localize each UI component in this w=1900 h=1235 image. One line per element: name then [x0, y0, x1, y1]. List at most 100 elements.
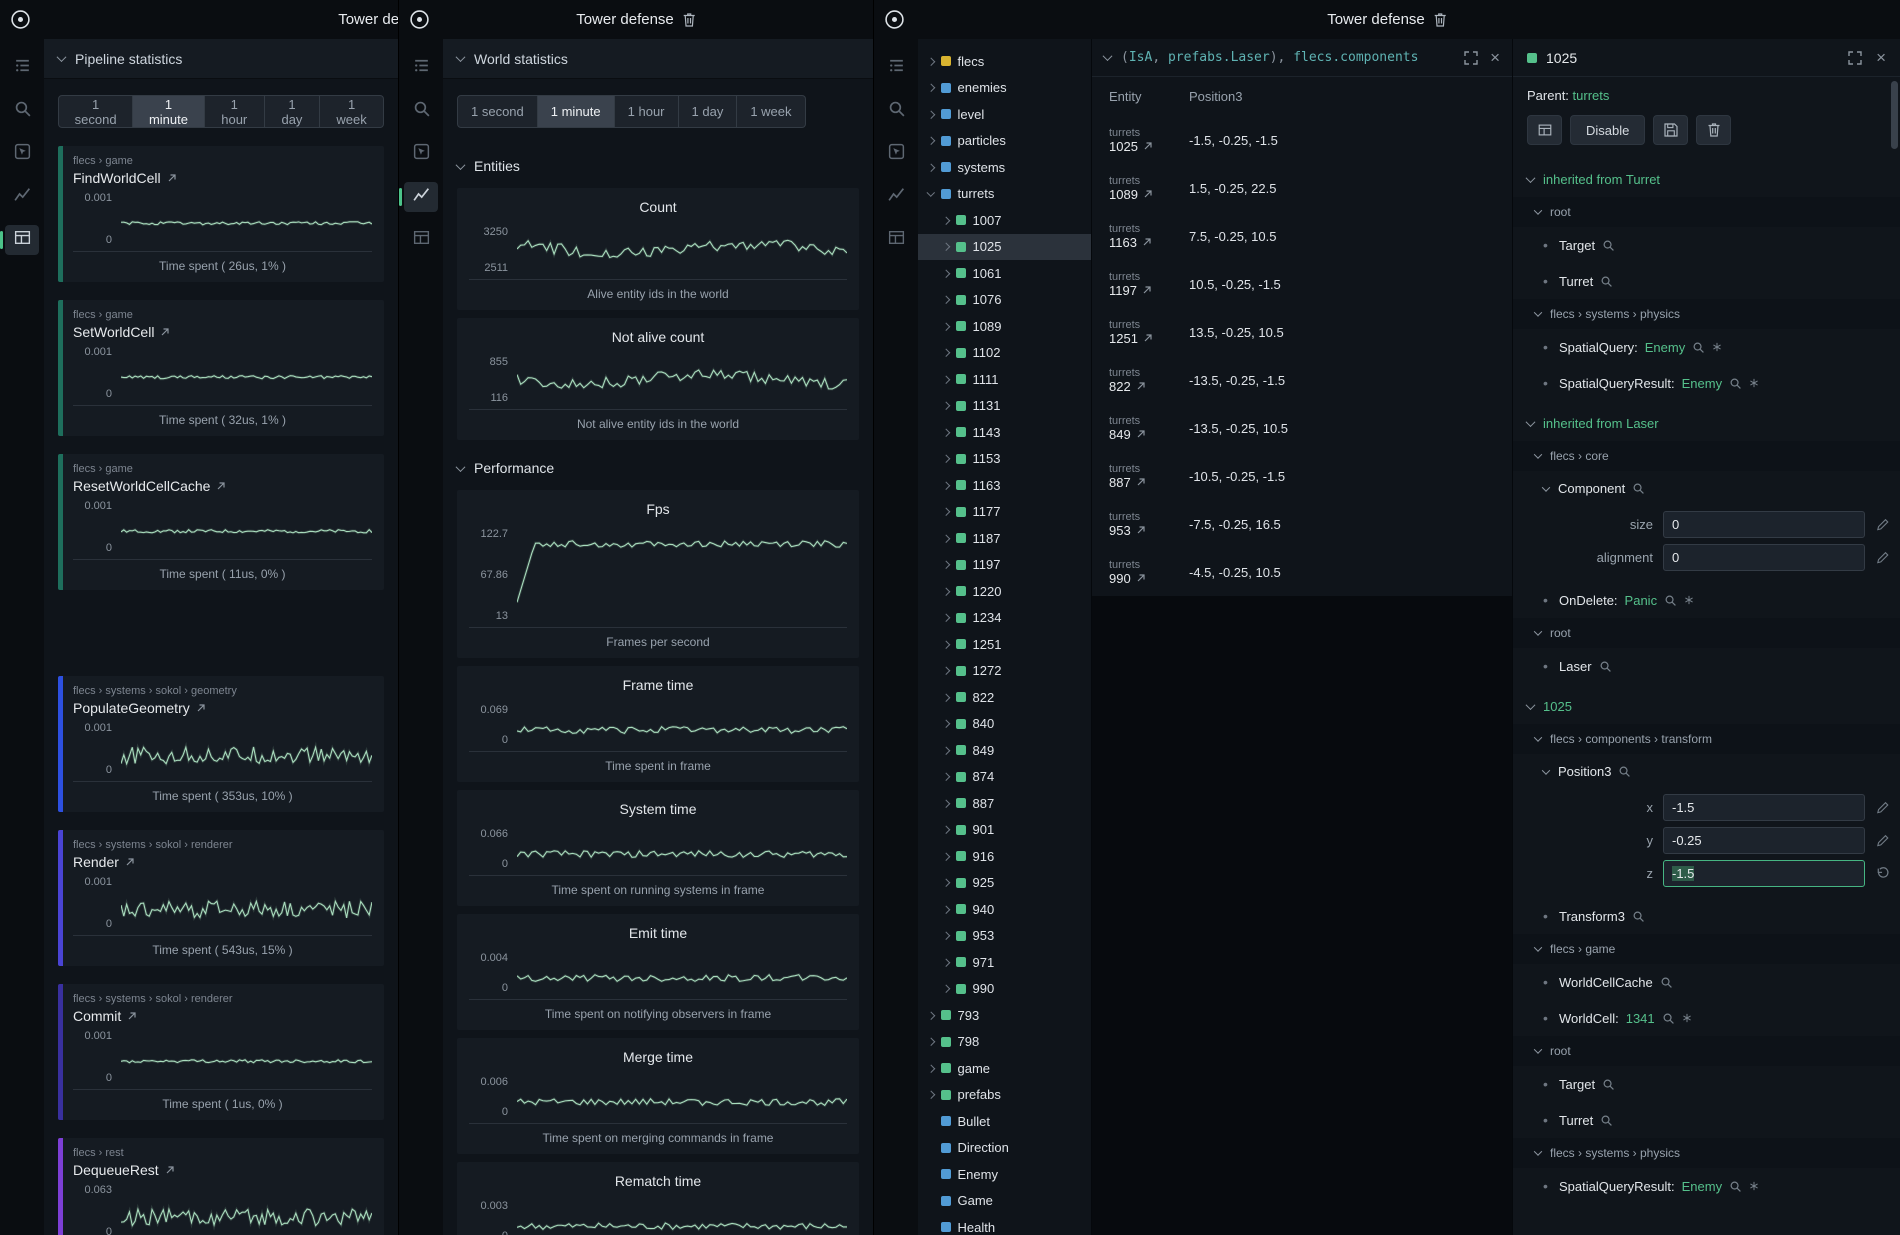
tree-item-1025[interactable]: 1025	[918, 234, 1091, 261]
close-icon[interactable]: ×	[1490, 49, 1500, 66]
inspector-group-header[interactable]: flecs › components › transform	[1513, 724, 1900, 754]
query-input[interactable]: (IsA, prefabs.Laser), flecs.components	[1121, 50, 1454, 65]
search-sidebar-button[interactable]	[404, 96, 438, 126]
search-sidebar-button[interactable]	[5, 96, 39, 126]
expand-chevron-icon[interactable]	[942, 349, 950, 357]
tree-item-874[interactable]: 874	[918, 764, 1091, 791]
open-link-icon[interactable]	[1143, 141, 1153, 151]
scrollbar-thumb[interactable]	[1891, 81, 1898, 149]
expand-chevron-icon[interactable]	[927, 188, 935, 196]
tree-item-971[interactable]: 971	[918, 949, 1091, 976]
statistics-sidebar-button[interactable]	[5, 182, 39, 212]
entity-link[interactable]: 1163	[1109, 235, 1189, 250]
expand-chevron-icon[interactable]	[927, 110, 935, 118]
expand-chevron-icon[interactable]	[942, 322, 950, 330]
tree-item-1061[interactable]: 1061	[918, 260, 1091, 287]
close-icon[interactable]: ×	[1876, 49, 1886, 66]
open-link-icon[interactable]	[167, 173, 177, 183]
expand-chevron-icon[interactable]	[927, 137, 935, 145]
open-link-icon[interactable]	[125, 857, 135, 867]
expand-chevron-icon[interactable]	[942, 905, 950, 913]
query-row[interactable]: turrets990-4.5, -0.25, 10.5	[1092, 548, 1512, 596]
field-alignment-input[interactable]: 0	[1663, 544, 1865, 571]
search-icon[interactable]	[1602, 1078, 1615, 1091]
open-link-icon[interactable]	[1136, 381, 1146, 391]
hierarchy-sidebar-button[interactable]	[5, 53, 39, 83]
collapse-chevron-icon[interactable]	[1526, 417, 1536, 427]
search-icon[interactable]	[1660, 976, 1673, 989]
tree-item-1111[interactable]: 1111	[918, 366, 1091, 393]
world-section-header[interactable]: Performance	[443, 448, 873, 490]
tree-item-798[interactable]: 798	[918, 1029, 1091, 1056]
expand-chevron-icon[interactable]	[942, 508, 950, 516]
query-row[interactable]: turrets953-7.5, -0.25, 16.5	[1092, 500, 1512, 548]
edit-pencil-icon[interactable]	[1875, 517, 1890, 532]
open-link-icon[interactable]	[1136, 525, 1146, 535]
entity-link[interactable]: 1025	[1109, 139, 1189, 154]
search-icon[interactable]	[1662, 1012, 1675, 1025]
expand-chevron-icon[interactable]	[942, 428, 950, 436]
time-range-1-hour[interactable]: 1 hour	[205, 95, 265, 128]
browse-button[interactable]	[1527, 115, 1562, 145]
tree-item-particles[interactable]: particles	[918, 128, 1091, 155]
entity-link[interactable]: 822	[1109, 379, 1189, 394]
disable-button[interactable]: Disable	[1570, 115, 1645, 145]
time-range-1-minute[interactable]: 1 minute	[133, 95, 205, 128]
inspector-group-header[interactable]: flecs › game	[1513, 934, 1900, 964]
collapse-chevron-icon[interactable]	[1534, 627, 1542, 635]
inspector-group-header[interactable]: root	[1513, 618, 1900, 648]
expand-chevron-icon[interactable]	[942, 746, 950, 754]
entity-link[interactable]: 1089	[1109, 187, 1189, 202]
open-link-icon[interactable]	[1142, 285, 1152, 295]
inspector-section-header[interactable]: inherited from Laser	[1513, 405, 1900, 441]
tree-item-Enemy[interactable]: Enemy	[918, 1161, 1091, 1188]
collapse-chevron-icon[interactable]	[57, 52, 67, 62]
trash-icon[interactable]	[682, 12, 696, 28]
tree-item-systems[interactable]: systems	[918, 154, 1091, 181]
open-link-icon[interactable]	[1136, 573, 1146, 583]
hierarchy-sidebar-button[interactable]	[404, 53, 438, 83]
inspector-section-header[interactable]: inherited from Turret	[1513, 161, 1900, 197]
search-icon[interactable]	[1600, 1114, 1613, 1127]
hierarchy-sidebar-button[interactable]	[879, 53, 913, 83]
tree-item-Game[interactable]: Game	[918, 1188, 1091, 1215]
open-link-icon[interactable]	[196, 703, 206, 713]
collapse-chevron-icon[interactable]	[1534, 308, 1542, 316]
expand-chevron-icon[interactable]	[942, 879, 950, 887]
tree-item-game[interactable]: game	[918, 1055, 1091, 1082]
collapse-chevron-icon[interactable]	[1526, 173, 1536, 183]
query-row[interactable]: turrets849-13.5, -0.25, 10.5	[1092, 404, 1512, 452]
tree-item-1143[interactable]: 1143	[918, 419, 1091, 446]
time-range-1-day[interactable]: 1 day	[679, 95, 738, 128]
open-link-icon[interactable]	[1136, 477, 1146, 487]
entity-link[interactable]: 990	[1109, 571, 1189, 586]
tree-item-flecs[interactable]: flecs	[918, 48, 1091, 75]
tree-item-1234[interactable]: 1234	[918, 605, 1091, 632]
expand-chevron-icon[interactable]	[927, 84, 935, 92]
expand-chevron-icon[interactable]	[1542, 766, 1550, 774]
open-link-icon[interactable]	[127, 1011, 137, 1021]
search-icon[interactable]	[1664, 594, 1677, 607]
tree-item-prefabs[interactable]: prefabs	[918, 1082, 1091, 1109]
query-row[interactable]: turrets1025-1.5, -0.25, -1.5	[1092, 116, 1512, 164]
inspector-sidebar-button[interactable]	[404, 139, 438, 169]
expand-chevron-icon[interactable]	[942, 587, 950, 595]
tree-item-940[interactable]: 940	[918, 896, 1091, 923]
inspector-group-header[interactable]: root	[1513, 1036, 1900, 1066]
edit-pencil-icon[interactable]	[1875, 833, 1890, 848]
collapse-chevron-icon[interactable]	[1534, 1147, 1542, 1155]
time-range-1-second[interactable]: 1 second	[457, 95, 538, 128]
query-row[interactable]: turrets119710.5, -0.25, -1.5	[1092, 260, 1512, 308]
search-icon[interactable]	[1692, 341, 1705, 354]
search-icon[interactable]	[1632, 910, 1645, 923]
asterisk-icon[interactable]	[1749, 378, 1759, 388]
inspector-group-header[interactable]: flecs › systems › physics	[1513, 299, 1900, 329]
tree-item-1163[interactable]: 1163	[918, 472, 1091, 499]
expand-chevron-icon[interactable]	[942, 614, 950, 622]
expand-chevron-icon[interactable]	[942, 296, 950, 304]
tree-item-1272[interactable]: 1272	[918, 658, 1091, 685]
trash-icon[interactable]	[1433, 12, 1447, 28]
time-range-1-week[interactable]: 1 week	[320, 95, 384, 128]
expand-chevron-icon[interactable]	[942, 375, 950, 383]
table-sidebar-button[interactable]	[879, 225, 913, 255]
